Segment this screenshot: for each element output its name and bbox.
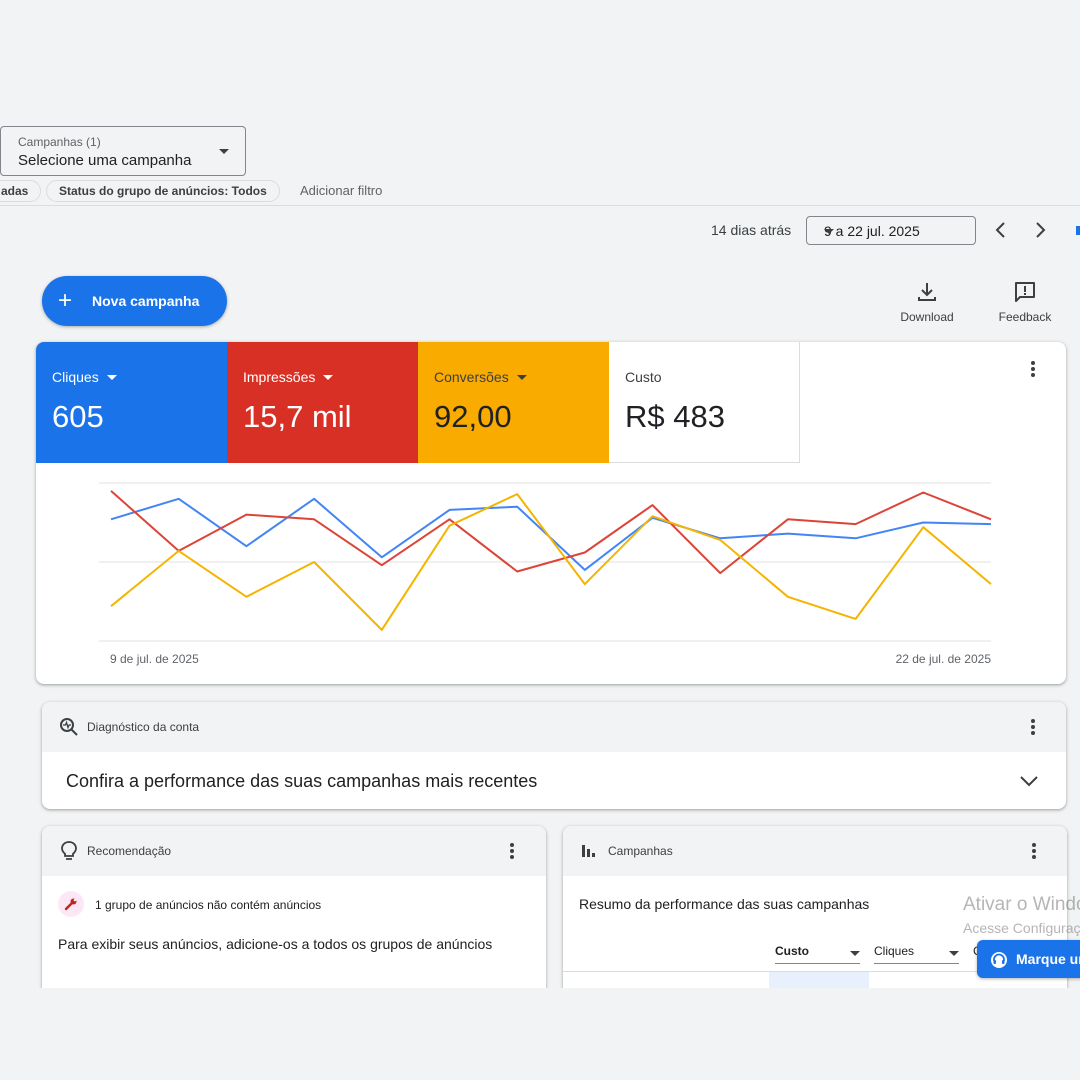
metric-tile-cost[interactable]: Custo R$ 483 [609,342,800,463]
more-options-button[interactable] [500,839,524,863]
new-campaign-label: Nova campanha [92,293,200,309]
metric-label: Cliques [52,369,117,385]
next-period-button[interactable] [1028,218,1052,242]
diagnostic-summary: Confira a performance das suas campanhas… [66,771,538,791]
date-range-value: 9 a 22 jul. 2025 [824,223,920,239]
date-range-selector[interactable]: 9 a 22 jul. 2025 [806,216,976,245]
filter-chip-partial[interactable]: adas [0,180,42,202]
metric-value: 92,00 [434,399,512,434]
dropdown-caret-icon [516,375,527,380]
new-campaign-button[interactable]: + Nova campanha [42,276,227,326]
more-options-button[interactable] [1022,839,1046,863]
chevron-right-icon [1036,222,1046,238]
recommendation-item[interactable]: 1 grupo de anúncios não contém anúncios [95,898,321,912]
x-axis-start-label: 9 de jul. de 2025 [110,652,199,666]
diagnostic-search-icon [60,718,78,736]
metric-value: 15,7 mil [243,399,352,434]
dropdown-caret-icon [106,375,117,380]
card-header: Recomendação [42,826,546,876]
card-title: Recomendação [87,844,172,858]
download-button[interactable]: Download [892,280,962,324]
feedback-label: Feedback [998,310,1052,324]
metric-label: Impressões [243,369,334,385]
help-chat-button[interactable]: Marque uma [977,940,1080,978]
card-title: Campanhas [608,844,673,858]
performance-line-chart: 9 de jul. de 2025 22 de jul. de 2025 [99,482,992,666]
windows-activation-watermark: Ativar o Windows [963,894,1080,915]
lightbulb-icon [61,841,77,860]
wrench-badge [58,891,84,917]
recommendation-description: Para exibir seus anúncios, adicione-os a… [58,936,493,952]
add-filter-link[interactable]: Adicionar filtro [300,183,382,198]
performance-card: Cliques 605 Impressões 15,7 mil Conversõ… [36,342,1066,684]
account-diagnostic-card: Diagnóstico da conta Confira a performan… [42,702,1066,809]
x-axis-end-label: 22 de jul. de 2025 [896,652,992,666]
column-selector-cost[interactable]: Custo [775,944,860,964]
more-options-button[interactable] [1021,357,1045,381]
column-selector-clicks[interactable]: Cliques [874,944,959,964]
metric-tile-clicks[interactable]: Cliques 605 [36,342,227,463]
help-chat-label: Marque uma [1016,951,1080,967]
series-line-cliques [110,497,992,571]
chevron-down-icon[interactable] [1018,774,1040,788]
dropdown-caret-icon [850,951,860,956]
campaigns-subtitle: Resumo da performance das suas campanhas [579,896,870,912]
dropdown-caret-icon [949,951,959,956]
campaigns-card: Campanhas Resumo da performance das suas… [563,826,1067,1006]
metric-value: R$ 483 [625,399,725,434]
card-header: Diagnóstico da conta [42,702,1066,752]
divider [0,205,1080,206]
headset-icon [991,952,1007,968]
metric-label: Conversões [434,369,527,385]
metric-tile-conversions[interactable]: Conversões 92,00 [418,342,609,463]
metric-tile-impressions[interactable]: Impressões 15,7 mil [227,342,418,463]
more-options-button[interactable] [1021,715,1045,739]
feedback-button[interactable]: Feedback [990,280,1060,324]
metric-label: Custo [625,369,662,385]
wrench-icon [64,898,77,911]
card-title: Diagnóstico da conta [87,720,200,734]
dropdown-caret-icon [219,149,229,154]
download-icon [918,283,936,301]
dropdown-caret-icon [323,375,334,380]
filter-chip-ad-group-status[interactable]: Status do grupo de anúncios: Todos [46,180,280,202]
page-background [0,988,1080,1080]
feedback-icon [1015,282,1035,302]
bar-chart-icon [582,845,595,857]
date-relative-label: 14 dias atrás [711,222,792,238]
card-header: Campanhas [563,826,1067,876]
campaign-selector[interactable]: Campanhas (1) Selecione uma campanha [0,126,246,176]
download-label: Download [900,310,954,324]
dropdown-caret-icon [824,229,834,234]
windows-activation-subtext: Acesse Configurações [963,920,1080,936]
previous-period-button[interactable] [989,218,1013,242]
cut-off-icon [1076,226,1080,235]
chevron-left-icon [995,222,1005,238]
metric-value: 605 [52,399,104,434]
campaign-selector-label: Campanhas (1) [18,135,101,149]
campaign-selector-value: Selecione uma campanha [18,152,192,169]
series-line-impressões [110,490,992,575]
plus-icon: + [58,287,73,314]
recommendation-card: Recomendação 1 grupo de anúncios não con… [42,826,546,1006]
